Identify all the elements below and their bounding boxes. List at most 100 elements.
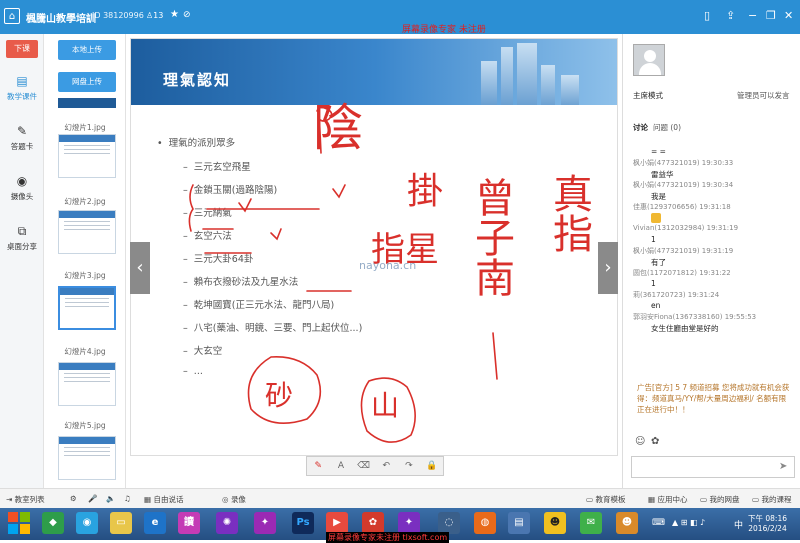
app-icon[interactable]: ▤	[508, 512, 530, 534]
title-bar: ⌂ 楓騰山教學培訓 ID 38120996 ♙13 ★ ⊘ 屏幕录像专家 未注册…	[0, 0, 800, 35]
undo-icon[interactable]: ↶	[378, 461, 394, 471]
skin-icon[interactable]: ⇪	[726, 9, 735, 22]
slide-thumbnail-selected[interactable]	[58, 286, 116, 330]
tab-questions[interactable]: 问题 (0)	[653, 122, 681, 133]
prev-slide-button[interactable]: ‹	[130, 242, 150, 294]
chat-ad[interactable]: 广告[官方] 5 7 频道招募 您将成功就有机会获得：频道真马/YY/帮/大量周…	[637, 382, 795, 415]
end-class-button[interactable]: 下课	[6, 40, 38, 58]
settings-icon[interactable]: ⚙	[70, 494, 77, 503]
close-icon[interactable]: ✕	[784, 9, 793, 22]
speaker-icon[interactable]: 🔈	[106, 494, 115, 503]
slide-canvas[interactable]: 理氣認知 • 理氣的派別眾多 – 三元玄空飛星 – 金鎖玉關(過路陰陽) – 三…	[130, 38, 618, 456]
mode-note: 管理员可以发言	[737, 91, 790, 100]
ink-stroke	[492, 332, 498, 380]
emoji-icon	[651, 213, 661, 223]
free-talk-button[interactable]: ▦ 自由说话	[144, 494, 183, 505]
upload-cloud-button[interactable]: 网盘上传	[58, 72, 116, 92]
restore-icon[interactable]: ❐	[766, 9, 776, 22]
windows-start-icon[interactable]	[8, 512, 30, 534]
tab-discussion[interactable]: 讨论	[633, 122, 648, 133]
slide-thumbnail-partial[interactable]	[58, 98, 116, 108]
handwriting-text: 掛	[407, 171, 443, 212]
folder-icon[interactable]: ▭	[110, 512, 132, 534]
app-icon[interactable]: 讀	[178, 512, 200, 534]
app-center-button[interactable]: ▦ 应用中心	[648, 494, 687, 505]
chat-sender: 佳惠(1293706656) 19:31:18	[633, 203, 731, 211]
music-icon[interactable]: ♫	[124, 494, 131, 503]
text-tool-icon[interactable]: A	[333, 461, 349, 471]
nav-label: 答题卡	[10, 142, 34, 151]
ie-icon[interactable]: e	[144, 512, 166, 534]
slide-thumbnail[interactable]	[58, 362, 116, 406]
my-cloud-button[interactable]: ▭ 我的网盘	[700, 494, 739, 505]
chat-sender: 莉(361720723) 19:31:24	[633, 291, 720, 299]
nav-desktop-share[interactable]: ⧉ 桌面分享	[0, 224, 44, 252]
nav-answer-card[interactable]: ✎ 答题卡	[0, 124, 44, 152]
app-icon[interactable]: ▶	[326, 512, 348, 534]
home-icon[interactable]: ⌂	[4, 8, 20, 24]
handwriting-text: 砂	[265, 379, 293, 412]
handwriting-annotations: 陰 掛 指星 砂 山 曾子南 真指	[188, 99, 592, 443]
keyboard-icon[interactable]: ⌨	[652, 518, 665, 528]
classroom-list-button[interactable]: ⇥ 教室列表	[6, 494, 45, 505]
lock-icon[interactable]: 🔒	[424, 461, 440, 471]
camera-icon: ◉	[16, 174, 28, 188]
edu-template-button[interactable]: ▭ 教育模板	[586, 494, 625, 505]
slide-thumbnail[interactable]	[58, 436, 116, 480]
app-icon[interactable]: ◌	[438, 512, 460, 534]
app-icon[interactable]: ✿	[362, 512, 384, 534]
left-nav: 下课 ▤ 教学课件 ✎ 答题卡 ◉ 摄像头 ⧉ 桌面分享	[0, 34, 44, 488]
photoshop-icon[interactable]: Ps	[292, 512, 314, 534]
favorite-star-icon[interactable]: ★	[170, 9, 179, 20]
my-courses-button[interactable]: ▭ 我的课程	[752, 494, 791, 505]
ink-stroke	[332, 184, 346, 199]
nav-camera[interactable]: ◉ 摄像头	[0, 174, 44, 202]
clock-time: 下午 08:16	[748, 514, 787, 523]
app-icon[interactable]: ✦	[254, 512, 276, 534]
ime-indicator[interactable]: 中	[734, 518, 743, 531]
mode-select[interactable]: 主席模式	[633, 90, 663, 101]
microphone-icon[interactable]: 🎤	[88, 494, 97, 503]
app-icon[interactable]: ◆	[42, 512, 64, 534]
eraser-tool-icon[interactable]: ⌫	[356, 461, 372, 471]
flower-icon[interactable]: ✿	[651, 436, 659, 447]
app-icon[interactable]: ✦	[398, 512, 420, 534]
chat-input[interactable]	[631, 456, 795, 478]
upload-local-button[interactable]: 本地上传	[58, 40, 116, 60]
tray-icons[interactable]: ▲ ⊞ ◧ ♪	[672, 518, 705, 527]
redo-icon[interactable]: ↷	[401, 461, 417, 471]
app-icon[interactable]: ☻	[616, 512, 638, 534]
nav-label: 教学课件	[7, 92, 37, 101]
slide-thumbnail[interactable]	[58, 210, 116, 254]
emoji-picker-icon[interactable]: ☺	[635, 436, 645, 447]
qq-icon[interactable]: ☻	[544, 512, 566, 534]
info-icon[interactable]: ▯	[704, 9, 710, 22]
desktop-share-icon: ⧉	[17, 224, 27, 238]
clock-date: 2016/2/24	[748, 524, 787, 533]
wechat-icon[interactable]: ✉	[580, 512, 602, 534]
pen-tool-icon[interactable]: ✎	[310, 461, 326, 471]
send-icon[interactable]: ➤	[779, 461, 787, 472]
next-slide-button[interactable]: ›	[598, 242, 618, 294]
system-clock[interactable]: 下午 08:16 2016/2/24	[748, 514, 787, 534]
slide-label: 幻燈片2.jpg	[64, 197, 106, 206]
chat-message: = =	[651, 147, 666, 156]
annotation-toolbar: ✎ A ⌫ ↶ ↷ 🔒	[306, 456, 444, 476]
app-icon[interactable]: ✺	[216, 512, 238, 534]
slide-label: 幻燈片5.jpg	[64, 421, 106, 430]
chat-sender: Vivian(1312032984) 19:31:19	[633, 224, 739, 232]
app-icon[interactable]: ◉	[76, 512, 98, 534]
chat-message: 有了	[651, 258, 666, 267]
bottom-bar: ⇥ 教室列表 ⚙ 🎤 🔈 ♫ ▦ 自由说话 ◎ 录像 ▭ 教育模板 ▦ 应用中心…	[0, 488, 800, 508]
share-icon[interactable]: ⊘	[183, 10, 191, 20]
nav-courseware[interactable]: ▤ 教学课件	[0, 74, 44, 102]
slide-thumbnail[interactable]	[58, 134, 116, 178]
nav-label: 桌面分享	[7, 242, 37, 251]
os-taskbar: ◆ ◉ ▭ e 讀 ✺ ✦ Ps ▶ ✿ ✦ ◌ ◍ ▤ ☻ ✉ ☻ ⌨ ▲ ⊞…	[0, 508, 800, 543]
chat-sender: 圆包(1172071812) 19:31:22	[633, 269, 731, 277]
firefox-icon[interactable]: ◍	[474, 512, 496, 534]
user-count: ♙13	[146, 11, 164, 20]
ink-stroke	[270, 228, 282, 241]
record-button[interactable]: ◎ 录像	[222, 494, 246, 505]
minimize-icon[interactable]: −	[748, 9, 757, 22]
